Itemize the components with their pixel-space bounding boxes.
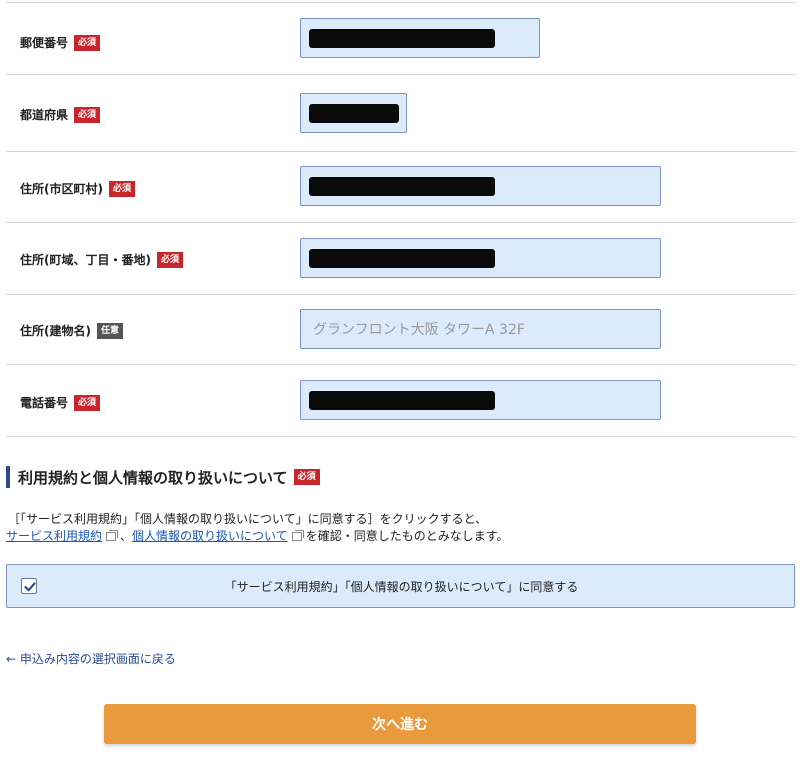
prefecture-select[interactable] bbox=[300, 93, 407, 133]
terms-description-links: サービス利用規約 、 個人情報の取り扱いについて を確認・同意したものとみなしま… bbox=[6, 527, 509, 545]
form-row-prefecture: 都道府県 必須 bbox=[6, 75, 796, 152]
prefecture-label: 都道府県 必須 bbox=[20, 106, 101, 123]
redacted-value bbox=[309, 104, 399, 123]
external-link-icon bbox=[106, 529, 119, 541]
form-row-street: 住所(町域、丁目・番地) 必須 bbox=[6, 223, 796, 295]
terms-description: ［「サービス利用規約」「個人情報の取り扱いについて」に同意する］をクリックすると… bbox=[8, 512, 488, 526]
external-link-icon bbox=[291, 529, 304, 541]
required-badge: 必須 bbox=[293, 469, 320, 485]
form-row-city: 住所(市区町村) 必須 bbox=[6, 152, 796, 223]
next-button[interactable]: 次へ進む bbox=[104, 704, 696, 744]
postal-code-label: 郵便番号 必須 bbox=[20, 34, 101, 51]
optional-badge: 任意 bbox=[96, 322, 123, 339]
street-input[interactable] bbox=[300, 238, 661, 278]
separator-text: 、 bbox=[120, 529, 133, 543]
city-input[interactable] bbox=[300, 166, 661, 206]
building-input[interactable]: グランフロント大阪 タワーA 32F bbox=[300, 309, 661, 349]
form-row-phone: 電話番号 必須 bbox=[6, 365, 796, 437]
city-label-text: 住所(市区町村) bbox=[20, 182, 103, 196]
back-to-selection-link[interactable]: ← 申込み内容の選択画面に戻る bbox=[6, 650, 176, 667]
city-label: 住所(市区町村) 必須 bbox=[20, 180, 135, 197]
privacy-policy-link[interactable]: 個人情報の取り扱いについて bbox=[132, 527, 288, 545]
required-badge: 必須 bbox=[156, 251, 183, 268]
phone-label: 電話番号 必須 bbox=[20, 394, 101, 411]
postal-code-input[interactable] bbox=[300, 18, 540, 58]
required-badge: 必須 bbox=[74, 34, 101, 51]
required-badge: 必須 bbox=[108, 180, 135, 197]
street-label: 住所(町域、丁目・番地) 必須 bbox=[20, 251, 183, 268]
form-row-building: 住所(建物名) 任意 グランフロント大阪 タワーA 32F bbox=[6, 295, 796, 365]
redacted-value bbox=[309, 391, 495, 410]
required-badge: 必須 bbox=[74, 394, 101, 411]
redacted-value bbox=[309, 29, 495, 48]
terms-title-text: 利用規約と個人情報の取り扱いについて bbox=[18, 468, 288, 487]
agree-label: 「サービス利用規約」「個人情報の取り扱いについて」に同意する bbox=[224, 579, 579, 594]
building-placeholder: グランフロント大阪 タワーA 32F bbox=[313, 322, 525, 338]
postal-code-label-text: 郵便番号 bbox=[20, 36, 69, 50]
redacted-value bbox=[309, 249, 495, 268]
building-label: 住所(建物名) 任意 bbox=[20, 322, 123, 339]
redacted-value bbox=[309, 177, 495, 196]
agree-checkbox-row[interactable]: 「サービス利用規約」「個人情報の取り扱いについて」に同意する bbox=[6, 564, 795, 608]
phone-label-text: 電話番号 bbox=[20, 396, 69, 410]
phone-input[interactable] bbox=[300, 380, 661, 420]
prefecture-label-text: 都道府県 bbox=[20, 108, 69, 122]
building-label-text: 住所(建物名) bbox=[20, 324, 91, 338]
form-row-postal-code: 郵便番号 必須 bbox=[6, 3, 796, 75]
terms-section-title: 利用規約と個人情報の取り扱いについて 必須 bbox=[6, 466, 320, 488]
required-badge: 必須 bbox=[74, 106, 101, 123]
street-label-text: 住所(町域、丁目・番地) bbox=[20, 253, 151, 267]
terms-suffix-text: を確認・同意したものとみなします。 bbox=[305, 529, 509, 543]
service-terms-link[interactable]: サービス利用規約 bbox=[6, 527, 102, 545]
